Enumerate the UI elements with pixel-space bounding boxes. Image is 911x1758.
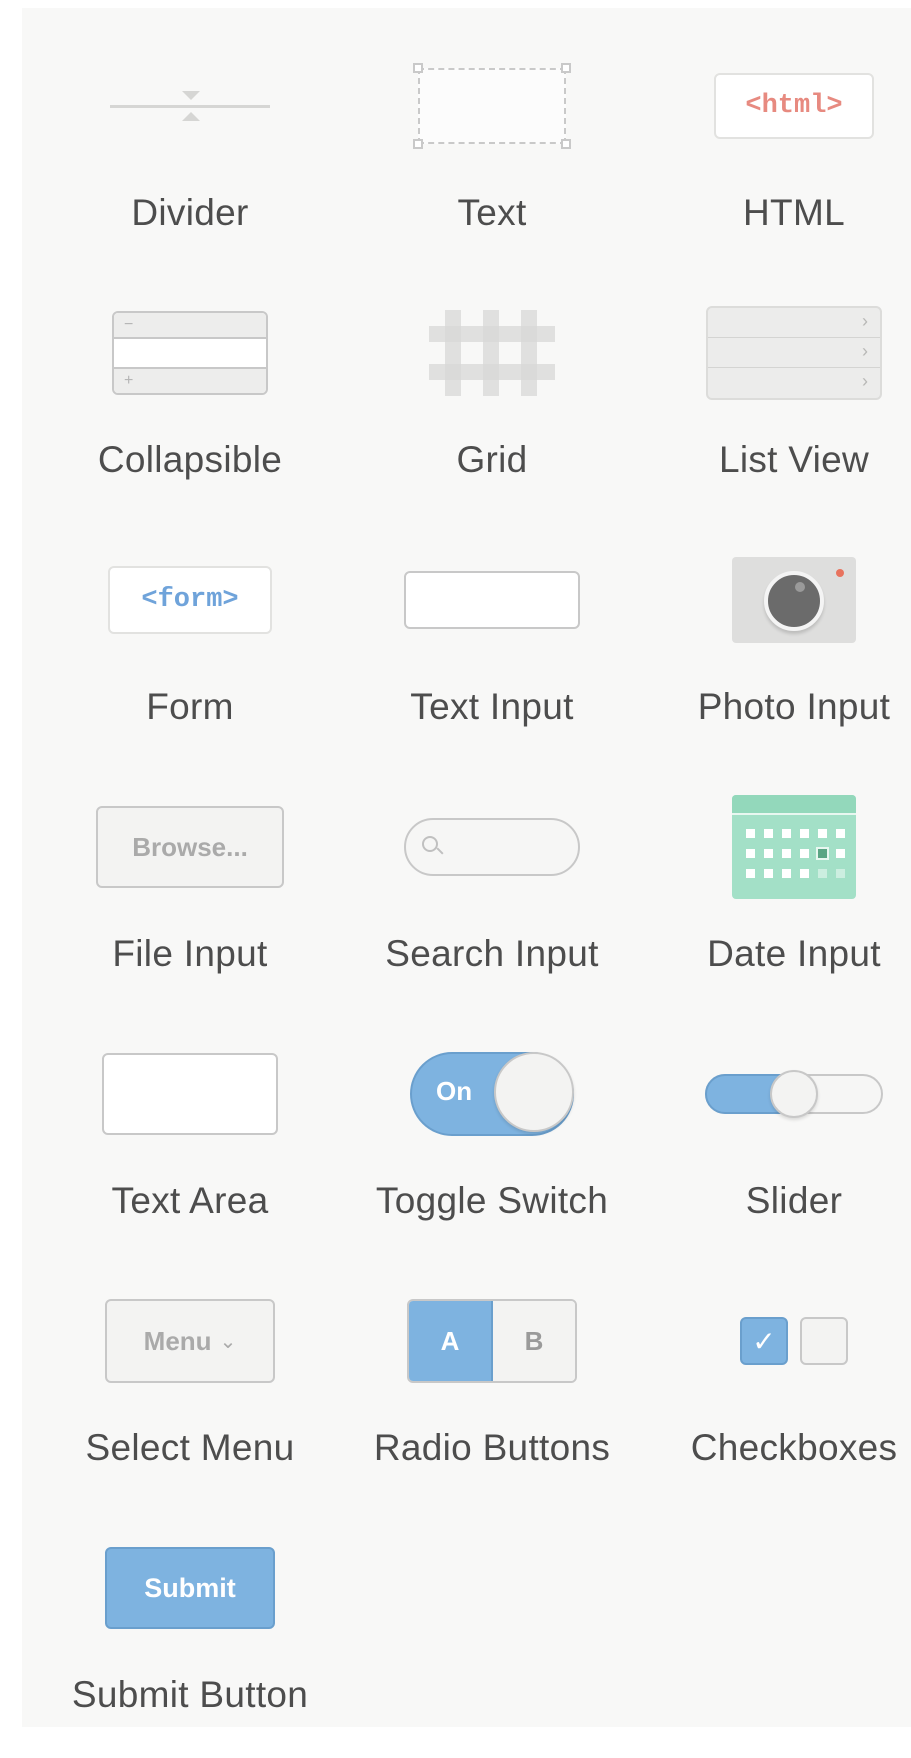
component-label: File Input bbox=[112, 933, 268, 974]
component-checkboxes[interactable]: ✓ Checkboxes bbox=[644, 1271, 911, 1511]
component-search-input[interactable]: Search Input bbox=[342, 777, 642, 1017]
component-label: Text Input bbox=[410, 686, 574, 727]
collapsible-icon: − + bbox=[112, 311, 268, 395]
calendar-icon bbox=[732, 795, 856, 899]
toggle-on-text: On bbox=[436, 1076, 473, 1106]
search-field-icon bbox=[404, 818, 580, 876]
component-label: Text bbox=[457, 192, 527, 233]
component-label: Photo Input bbox=[697, 686, 891, 727]
component-label: List View bbox=[718, 439, 870, 480]
chevron-right-icon: › bbox=[862, 371, 868, 391]
component-toggle-switch[interactable]: On Toggle Switch bbox=[342, 1024, 642, 1264]
component-text[interactable]: Text bbox=[342, 36, 642, 276]
chevron-down-icon: ⌄ bbox=[219, 1330, 237, 1353]
empty-checkbox-icon bbox=[800, 1317, 848, 1365]
slider-icon bbox=[705, 1064, 883, 1124]
component-label: HTML bbox=[743, 192, 845, 233]
checkboxes-icon: ✓ bbox=[740, 1317, 848, 1365]
component-label: Date Input bbox=[707, 933, 881, 974]
magnifier-icon bbox=[422, 836, 438, 852]
radio-option-a: A bbox=[409, 1301, 493, 1381]
form-tag-icon: <form> bbox=[108, 566, 272, 634]
select-menu-icon: Menu ⌄ bbox=[105, 1299, 275, 1383]
component-html[interactable]: <html> HTML bbox=[644, 36, 911, 276]
checkmark-icon: ✓ bbox=[740, 1317, 788, 1365]
component-select-menu[interactable]: Menu ⌄ Select Menu bbox=[40, 1271, 340, 1511]
list-view-icon: › › › bbox=[706, 306, 882, 400]
camera-icon bbox=[732, 557, 856, 643]
component-label: Select Menu bbox=[85, 1427, 295, 1468]
slider-knob bbox=[770, 1070, 818, 1118]
component-label: Form bbox=[146, 686, 234, 727]
component-radio-buttons[interactable]: A B Radio Buttons bbox=[342, 1271, 642, 1511]
component-slider[interactable]: Slider bbox=[644, 1024, 911, 1264]
grid-icon bbox=[429, 310, 555, 396]
browse-button-icon: Browse... bbox=[96, 806, 284, 888]
radio-buttons-icon: A B bbox=[407, 1299, 577, 1383]
component-grid[interactable]: Grid bbox=[342, 283, 642, 523]
component-palette: Divider Text <html> HTML − + Collapsible bbox=[22, 8, 911, 1727]
component-date-input[interactable]: Date Input bbox=[644, 777, 911, 1017]
component-divider[interactable]: Divider bbox=[40, 36, 340, 276]
component-label: Grid bbox=[456, 439, 528, 480]
component-label: Search Input bbox=[385, 933, 599, 974]
component-label: Slider bbox=[745, 1180, 843, 1221]
text-input-icon bbox=[404, 571, 580, 629]
divider-icon bbox=[110, 76, 270, 136]
component-submit-button[interactable]: Submit Submit Button bbox=[40, 1518, 340, 1758]
component-label: Radio Buttons bbox=[373, 1427, 611, 1468]
component-list-view[interactable]: › › › List View bbox=[644, 283, 911, 523]
toggle-icon: On bbox=[410, 1052, 574, 1136]
submit-button-icon: Submit bbox=[105, 1547, 275, 1629]
select-menu-text: Menu bbox=[143, 1325, 212, 1356]
component-text-area[interactable]: Text Area bbox=[40, 1024, 340, 1264]
collapse-symbol: − bbox=[124, 316, 134, 333]
expand-symbol: + bbox=[124, 372, 134, 389]
component-photo-input[interactable]: Photo Input bbox=[644, 530, 911, 770]
component-label: Divider bbox=[131, 192, 249, 233]
component-form[interactable]: <form> Form bbox=[40, 530, 340, 770]
component-text-input[interactable]: Text Input bbox=[342, 530, 642, 770]
component-collapsible[interactable]: − + Collapsible bbox=[40, 283, 340, 523]
chevron-right-icon: › bbox=[862, 341, 868, 361]
component-label: Toggle Switch bbox=[375, 1180, 609, 1221]
component-label: Checkboxes bbox=[690, 1427, 898, 1468]
component-label: Collapsible bbox=[97, 439, 283, 480]
text-area-icon bbox=[102, 1053, 278, 1135]
component-file-input[interactable]: Browse... File Input bbox=[40, 777, 340, 1017]
chevron-right-icon: › bbox=[862, 311, 868, 331]
radio-option-b: B bbox=[493, 1301, 575, 1381]
text-box-icon bbox=[413, 63, 571, 149]
toggle-knob bbox=[494, 1052, 574, 1132]
html-tag-icon: <html> bbox=[714, 73, 874, 139]
component-label: Submit Button bbox=[71, 1674, 309, 1715]
component-label: Text Area bbox=[111, 1180, 269, 1221]
